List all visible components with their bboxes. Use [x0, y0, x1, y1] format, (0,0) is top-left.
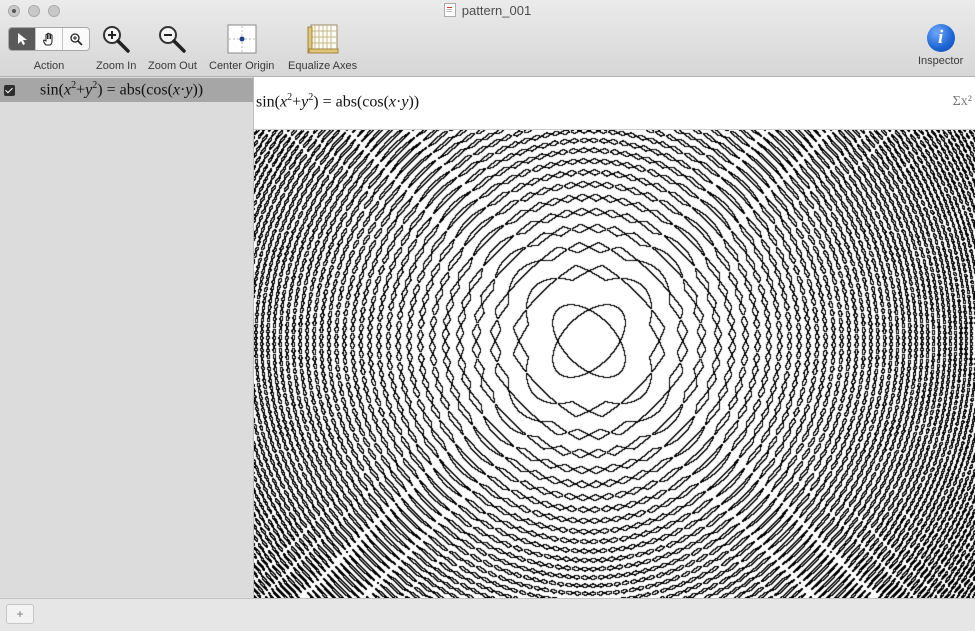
magnify-tool-button[interactable]: [63, 28, 89, 50]
action-label: Action: [33, 60, 65, 72]
center-origin-button[interactable]: Center Origin: [209, 24, 274, 72]
center-origin-label: Center Origin: [209, 60, 275, 72]
equalize-axes-icon: [307, 24, 339, 54]
zoom-out-button[interactable]: Zoom Out: [148, 24, 197, 72]
add-equation-button[interactable]: +: [6, 604, 34, 624]
equation-list-label: sin(x2+y2) = abs(cos(x·y)): [40, 80, 204, 99]
document-icon: [443, 3, 456, 17]
equation-editor[interactable]: sin(x2+y2) = abs(cos(x·y)) Σx²: [254, 77, 975, 130]
zoom-in-button[interactable]: Zoom In: [96, 24, 136, 72]
action-tool-group: Action: [8, 24, 90, 72]
implicit-plot: [254, 130, 975, 598]
math-palette-button[interactable]: Σx²: [953, 94, 972, 110]
hand-tool-button[interactable]: [36, 28, 63, 50]
magnify-icon: [70, 33, 83, 46]
window-toolbar: pattern_001 Action Zoom In Zoom Out Cent…: [0, 0, 975, 77]
equalize-axes-label: Equalize Axes: [288, 60, 358, 72]
equalize-axes-button[interactable]: Equalize Axes: [288, 24, 357, 72]
bottom-bar: +: [0, 598, 975, 631]
zoom-in-icon: [103, 26, 130, 53]
window-title: pattern_001: [0, 3, 975, 18]
equation-visibility-checkbox[interactable]: [4, 84, 15, 96]
equation-list-item[interactable]: sin(x2+y2) = abs(cos(x·y)): [0, 78, 253, 102]
zoom-out-label: Zoom Out: [148, 60, 197, 72]
zoom-in-label: Zoom In: [96, 60, 137, 72]
action-segmented-control[interactable]: [8, 27, 90, 51]
zoom-out-icon: [159, 26, 187, 53]
equation-editor-text[interactable]: sin(x2+y2) = abs(cos(x·y)): [256, 92, 419, 111]
inspector-label: Inspector: [918, 55, 964, 67]
hand-icon: [43, 32, 53, 46]
equation-list-sidebar: sin(x2+y2) = abs(cos(x·y)): [0, 77, 254, 598]
graph-canvas[interactable]: [254, 130, 975, 598]
pointer-tool-button[interactable]: [9, 28, 36, 50]
pointer-icon: [18, 33, 27, 45]
center-origin-icon: [227, 24, 257, 54]
info-icon: i: [926, 24, 955, 52]
inspector-button[interactable]: i Inspector: [918, 24, 963, 67]
